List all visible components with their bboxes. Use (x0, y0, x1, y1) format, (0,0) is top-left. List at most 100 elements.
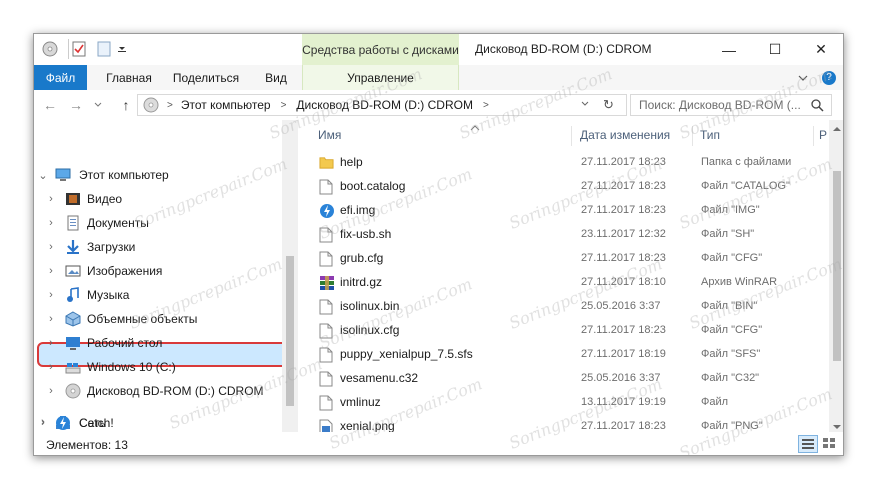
catch-file-icon (319, 203, 334, 220)
up-button[interactable]: ↑ (116, 95, 136, 115)
file-date: 27.11.2017 18:23 (581, 180, 666, 192)
tab-file[interactable]: Файл (34, 65, 87, 90)
file-row[interactable]: xenial.png 27.11.2017 18:23 Файл "PNG" (300, 415, 830, 432)
breadcrumb-drive[interactable]: Дисковод BD-ROM (D:) CDROM (296, 98, 473, 112)
details-view-button[interactable] (798, 435, 818, 453)
nav-label: Музыка (87, 288, 130, 302)
chevron-right-icon[interactable]: › (45, 361, 57, 373)
nav-item-pictures[interactable]: › Изображения (34, 259, 282, 283)
chevron-right-icon[interactable]: › (45, 337, 57, 349)
file-name: help (340, 155, 363, 169)
music-icon (67, 287, 79, 302)
help-button[interactable]: ? (820, 65, 838, 90)
status-bar: Элементов: 13 (34, 432, 843, 455)
video-icon (66, 193, 80, 205)
chevron-down-icon[interactable] (116, 39, 128, 59)
desktop-icon (66, 337, 80, 350)
column-header-type[interactable]: Тип (700, 120, 810, 150)
chevron-right-icon[interactable]: › (45, 217, 57, 229)
breadcrumb-this-pc[interactable]: Этот компьютер (181, 98, 271, 112)
file-row[interactable]: puppy_xenialpup_7.5.sfs 27.11.2017 18:19 Ф… (300, 343, 830, 367)
large-icons-view-button[interactable] (820, 435, 840, 453)
catch-icon (56, 416, 70, 430)
nav-item-drive-c[interactable]: › Windows 10 (C:) (34, 355, 282, 379)
chevron-right-icon[interactable]: › (37, 416, 49, 428)
address-bar[interactable]: > Этот компьютер > Дисковод BD-ROM (D:) … (137, 94, 627, 116)
chevron-right-icon[interactable]: › (45, 241, 57, 253)
file-row[interactable]: isolinux.bin 25.05.2016 3:37 Файл "BIN" (300, 295, 830, 319)
column-header-date[interactable]: Дата изменения (580, 120, 690, 150)
file-list-scrollbar[interactable] (829, 120, 843, 432)
nav-item-documents[interactable]: › Документы (34, 211, 282, 235)
file-row[interactable]: grub.cfg 27.11.2017 18:23 Файл "CFG" (300, 247, 830, 271)
tab-view[interactable]: Вид (254, 65, 298, 90)
minimize-button[interactable]: — (706, 34, 752, 65)
nav-item-3d-objects[interactable]: › Объемные объекты (34, 307, 282, 331)
file-date: 27.11.2017 18:23 (581, 204, 666, 216)
new-folder-icon[interactable] (94, 39, 114, 59)
address-row: ← → ↑ > Этот компьютер > Дисковод BD-ROM… (34, 90, 843, 120)
file-row[interactable]: help 27.11.2017 18:23 Папка с файлами (300, 151, 830, 175)
file-list-scrollbar-thumb[interactable] (833, 171, 841, 361)
file-icon (319, 227, 334, 244)
refresh-icon[interactable]: ↻ (603, 97, 614, 113)
image-file-icon (319, 419, 334, 432)
scroll-up-icon[interactable] (832, 122, 842, 132)
back-button[interactable]: ← (40, 95, 60, 115)
file-row[interactable]: isolinux.cfg 27.11.2017 18:23 Файл "CFG" (300, 319, 830, 343)
forward-button[interactable]: → (66, 95, 86, 115)
chevron-right-icon[interactable]: › (45, 265, 57, 277)
file-row[interactable]: fix-usb.sh 23.11.2017 12:32 Файл "SH" (300, 223, 830, 247)
close-button[interactable]: ✕ (798, 34, 843, 65)
column-divider[interactable] (813, 126, 814, 146)
file-icon (319, 371, 334, 388)
nav-item-desktop[interactable]: › Рабочий стол (34, 331, 282, 355)
maximize-icon: ☐ (768, 41, 782, 57)
nav-label: Catch! (79, 416, 114, 430)
nav-item-video[interactable]: › Видео (34, 187, 282, 211)
chevron-right-icon[interactable]: › (45, 193, 57, 205)
dropdown-icon[interactable] (580, 97, 590, 114)
file-icon (319, 395, 334, 412)
chevron-right-icon[interactable]: › (45, 313, 57, 325)
tab-home[interactable]: Главная (94, 65, 164, 90)
file-row[interactable]: initrd.gz 27.11.2017 18:10 Архив WinRAR (300, 271, 830, 295)
nav-item-downloads[interactable]: › Загрузки (34, 235, 282, 259)
chevron-right-icon[interactable]: › (45, 289, 57, 301)
file-type: Файл "PNG" (701, 420, 763, 432)
column-divider[interactable] (692, 126, 693, 146)
scroll-down-icon[interactable] (832, 420, 842, 430)
cdrom-icon (65, 383, 81, 399)
nav-item-this-pc[interactable]: ⌄ Этот компьютер (34, 163, 282, 187)
maximize-button[interactable]: ☐ (752, 34, 798, 65)
back-arrow-icon: ← (43, 97, 57, 113)
nav-label: Документы (87, 216, 149, 230)
file-row[interactable]: vesamenu.c32 25.05.2016 3:37 Файл "C32" (300, 367, 830, 391)
nav-scrollbar[interactable] (282, 120, 298, 432)
ribbon-tabs: Файл Главная Поделиться Вид Управление ? (34, 65, 843, 91)
nav-label: Windows 10 (C:) (87, 360, 176, 374)
file-row[interactable]: boot.catalog 27.11.2017 18:23 Файл "CATALO… (300, 175, 830, 199)
nav-scrollbar-thumb[interactable] (286, 256, 294, 406)
file-row[interactable]: vmlinuz 13.11.2017 19:19 Файл (300, 391, 830, 415)
search-input[interactable]: Поиск: Дисковод BD-ROM (... (630, 94, 832, 116)
file-date: 27.11.2017 18:23 (581, 252, 666, 264)
computer-icon (55, 168, 71, 181)
tab-manage[interactable]: Управление (302, 65, 459, 90)
column-divider[interactable] (571, 126, 572, 146)
file-row[interactable]: efi.img 27.11.2017 18:23 Файл "IMG" (300, 199, 830, 223)
recent-locations-button[interactable] (92, 95, 104, 115)
nav-item-music[interactable]: › Музыка (34, 283, 282, 307)
file-name: isolinux.bin (340, 299, 400, 313)
expand-ribbon-icon[interactable] (794, 65, 812, 90)
tab-share[interactable]: Поделиться (166, 65, 246, 90)
column-header-name[interactable]: Имя (318, 120, 568, 150)
title-bar: Средства работы с дисками Дисковод BD-RO… (34, 34, 843, 65)
breadcrumb-separator-icon: > (280, 99, 287, 111)
chevron-right-icon[interactable]: › (45, 385, 57, 397)
chevron-expanded-icon[interactable]: ⌄ (37, 169, 49, 182)
properties-icon[interactable] (68, 39, 89, 59)
cdrom-icon[interactable] (40, 39, 60, 59)
nav-item-cdrom[interactable]: › Дисковод BD-ROM (D:) CDROM (34, 379, 282, 403)
file-type: Папка с файлами (701, 156, 792, 168)
